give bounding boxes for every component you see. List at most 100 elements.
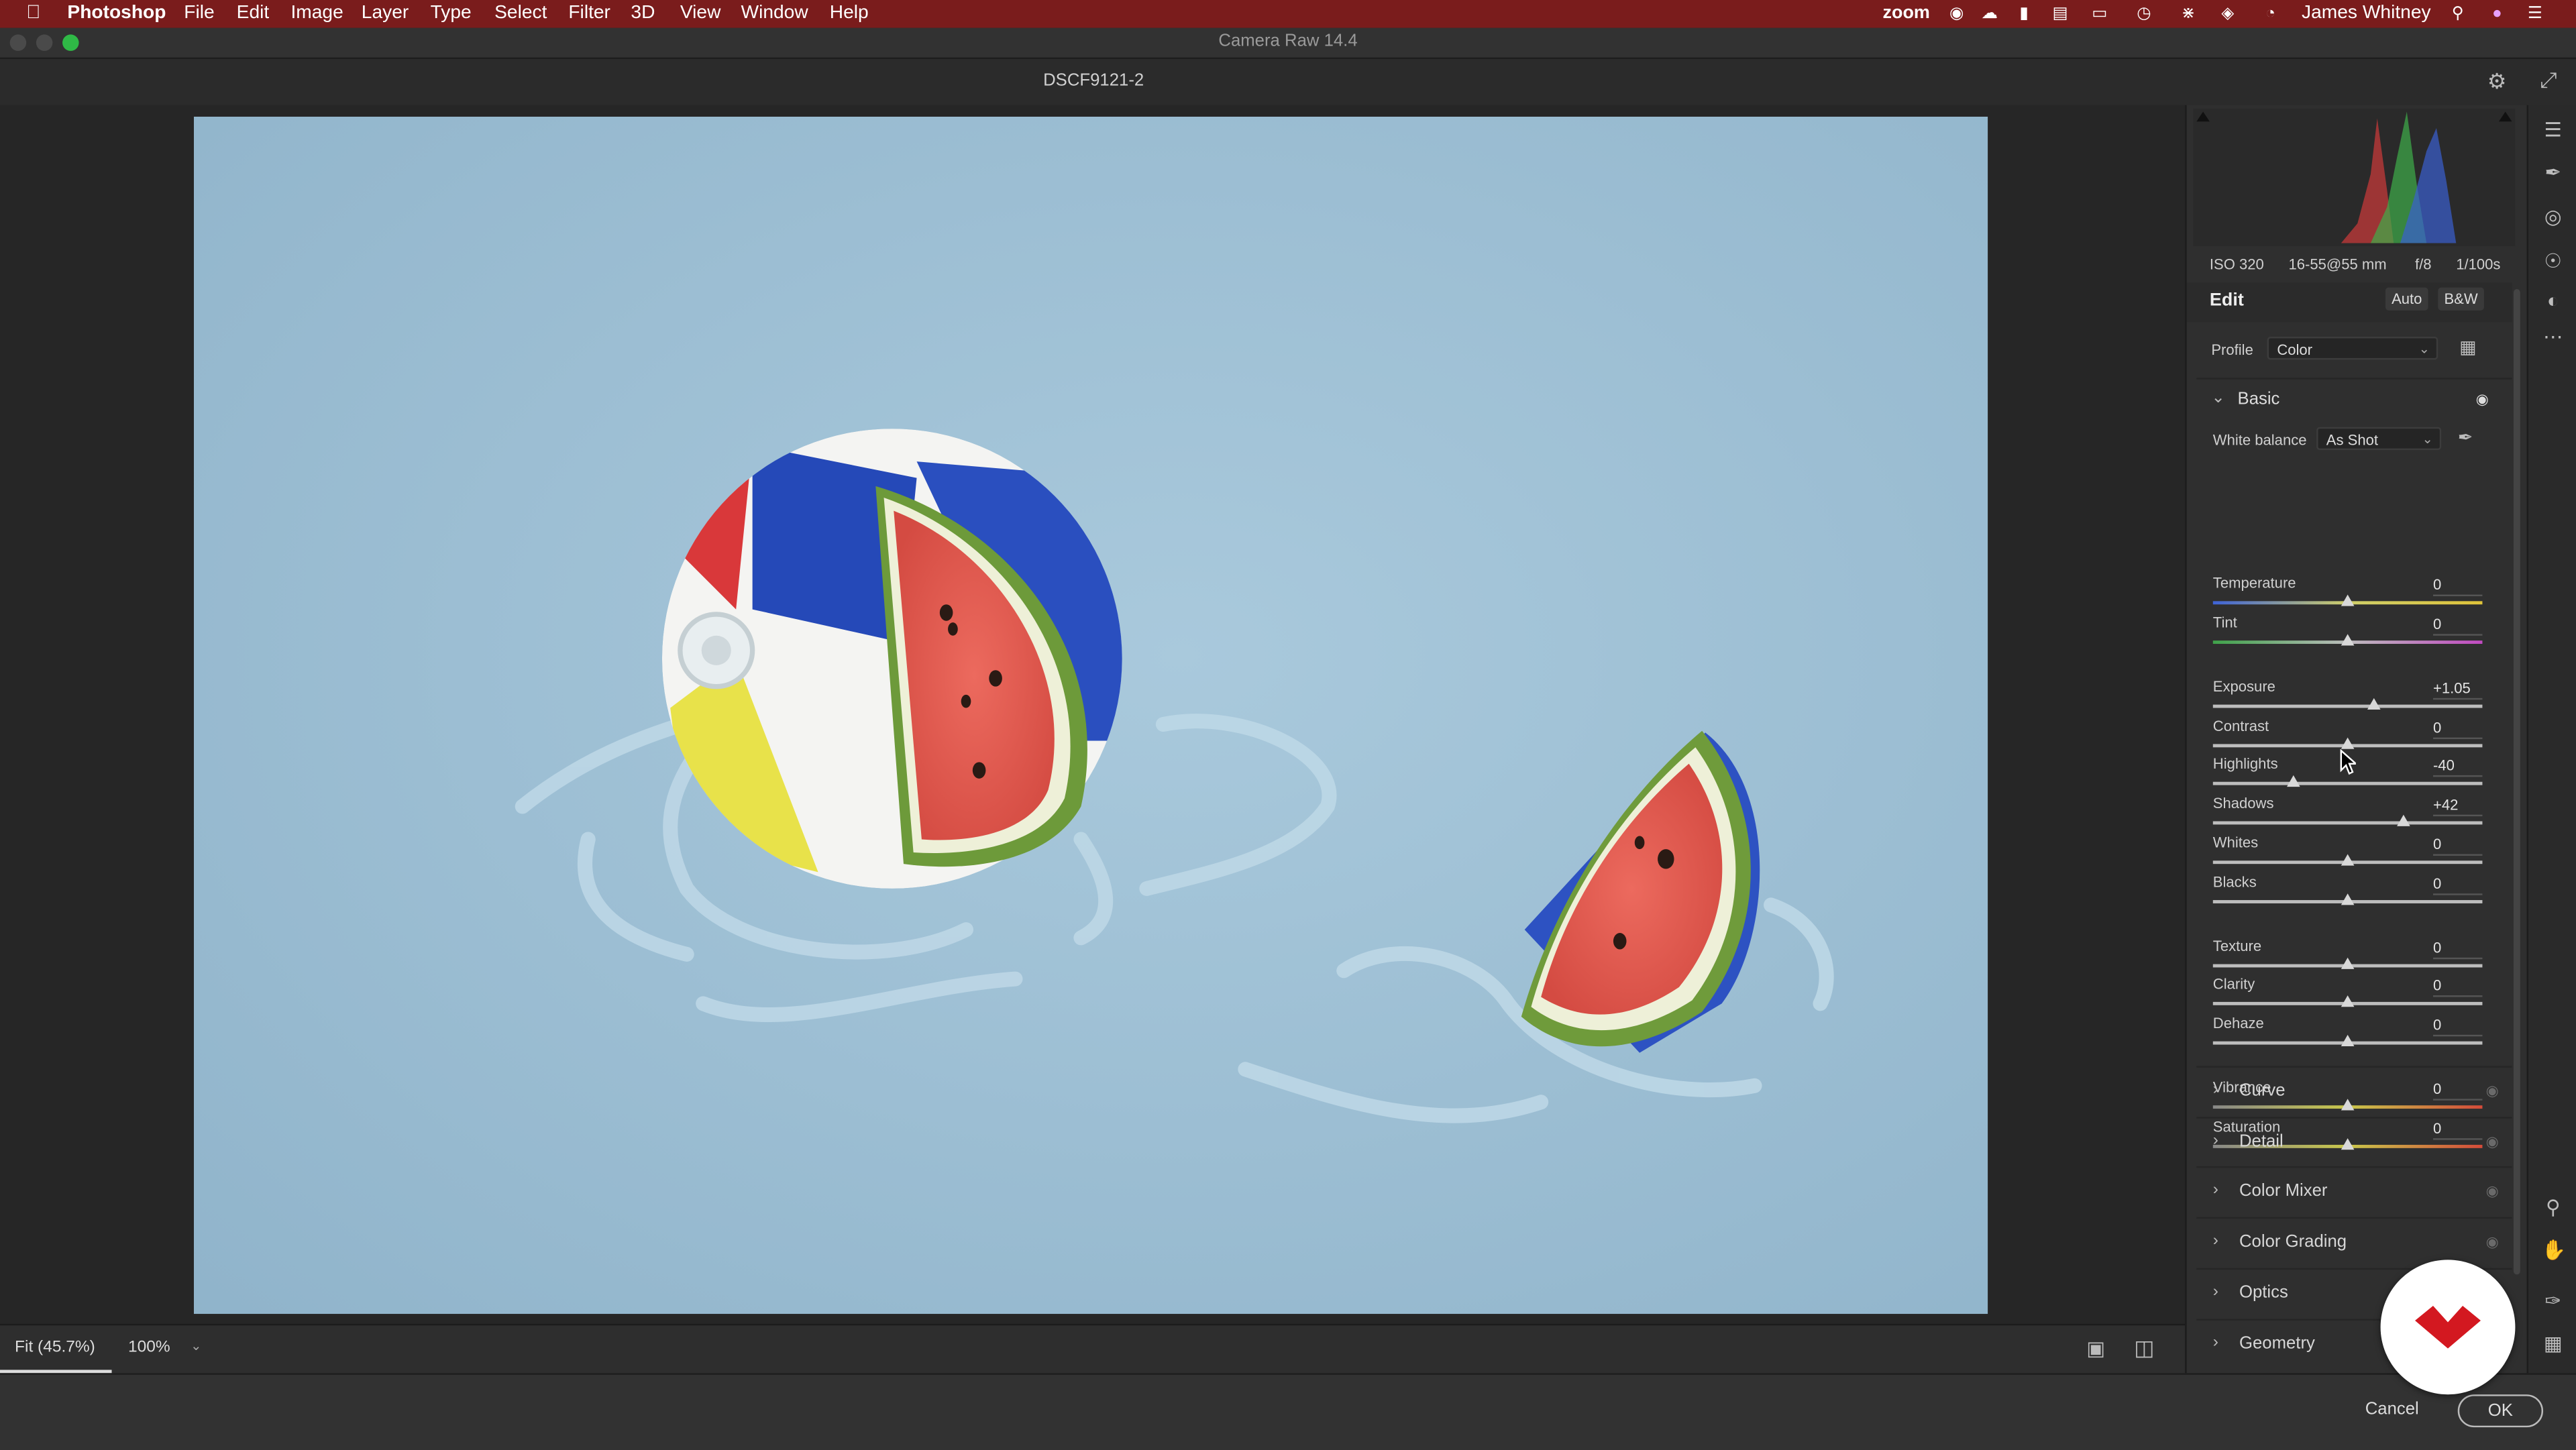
section-visibility-eye-icon[interactable]: ◉	[2486, 1133, 2499, 1151]
white-balance-eyedropper-icon[interactable]: ✒	[2458, 427, 2473, 448]
panel-section-curve[interactable]: › Curve ◉	[2196, 1066, 2512, 1117]
slider-label: Exposure	[2212, 678, 2275, 695]
canvas-bottom-bar: Fit (45.7%) 100% ⌄ ▣ ◫	[0, 1323, 2186, 1375]
slider-thumb[interactable]	[2341, 1034, 2355, 1047]
logo-mark-icon	[2415, 1305, 2481, 1349]
section-title: Optics	[2239, 1282, 2288, 1302]
edit-sliders-icon[interactable]: ☰	[2542, 118, 2565, 141]
zoom-status-label[interactable]: zoom	[1883, 1, 1930, 26]
slider-value-input[interactable]: 0	[2432, 720, 2483, 740]
masking-icon[interactable]: ◎	[2542, 205, 2565, 228]
apple-icon[interactable]: 	[26, 1, 40, 26]
menu-view[interactable]: View	[680, 1, 721, 26]
section-visibility-eye-icon[interactable]: ◉	[2486, 1233, 2499, 1251]
slider-value-input[interactable]: 0	[2432, 940, 2483, 960]
slider-value-input[interactable]: 0	[2432, 1017, 2483, 1037]
menu-help[interactable]: Help	[830, 1, 869, 26]
single-view-icon[interactable]: ▣	[2086, 1337, 2105, 1359]
section-title: Geometry	[2239, 1333, 2315, 1353]
channel-logo-badge	[2380, 1260, 2516, 1395]
auto-button[interactable]: Auto	[2385, 287, 2428, 311]
slider-thumb[interactable]	[2341, 634, 2355, 646]
color-sampler-icon[interactable]: ✑	[2542, 1289, 2565, 1312]
menu-select[interactable]: Select	[494, 1, 547, 26]
grid-overlay-icon[interactable]: ▦	[2542, 1332, 2565, 1355]
section-visibility-eye-icon[interactable]: ◉	[2486, 1082, 2499, 1101]
slider-value-input[interactable]: 0	[2432, 977, 2483, 997]
menu-type[interactable]: Type	[431, 1, 472, 26]
red-eye-icon[interactable]: ☉	[2542, 249, 2565, 272]
basic-section-title[interactable]: Basic	[2238, 389, 2280, 408]
slider-thumb[interactable]	[2341, 893, 2355, 905]
basic-visibility-eye-icon[interactable]: ◉	[2476, 391, 2489, 409]
window-title-bar: Camera Raw 14.4	[0, 27, 2576, 60]
hand-tool-icon[interactable]: ✋	[2542, 1239, 2567, 1262]
menu-image[interactable]: Image	[290, 1, 343, 26]
presets-icon[interactable]: ◐	[2542, 289, 2565, 312]
bw-button[interactable]: B&W	[2438, 287, 2484, 311]
menu-window[interactable]: Window	[741, 1, 808, 26]
slider-thumb[interactable]	[2341, 854, 2355, 866]
menu-edit[interactable]: Edit	[237, 1, 270, 26]
slider-thumb[interactable]	[2341, 737, 2355, 749]
slider-value-input[interactable]: 0	[2432, 836, 2483, 856]
profile-dropdown[interactable]: Color ⌄	[2267, 337, 2438, 360]
time-machine-icon[interactable]: ◷	[2134, 3, 2153, 23]
menu-file[interactable]: File	[184, 1, 214, 26]
battery-icon[interactable]: ▮	[2014, 3, 2033, 23]
control-center-icon[interactable]: ◔	[2261, 3, 2280, 23]
slider-track[interactable]	[2212, 821, 2483, 825]
white-balance-dropdown[interactable]: As Shot ⌄	[2316, 427, 2442, 451]
settings-gear-icon[interactable]: ⚙	[2487, 69, 2507, 95]
wifi-icon[interactable]: ◈	[2218, 3, 2237, 23]
slider-thumb[interactable]	[2341, 957, 2355, 969]
siri-icon[interactable]: ●	[2487, 3, 2507, 23]
creative-cloud-icon[interactable]: ◉	[1947, 3, 1966, 23]
zoom-percent-button[interactable]: 100%	[128, 1339, 170, 1357]
cloud-sync-icon[interactable]: ☁	[1980, 3, 1999, 23]
slider-value-input[interactable]: 0	[2432, 616, 2483, 636]
panel-section-detail[interactable]: › Detail ◉	[2196, 1116, 2512, 1168]
cancel-button[interactable]: Cancel	[2353, 1394, 2432, 1424]
user-name[interactable]: James Whitney	[2302, 1, 2431, 26]
profile-browser-grid-icon[interactable]: ▦	[2459, 337, 2476, 357]
menu-3d[interactable]: 3D	[631, 1, 655, 26]
slider-label: Temperature	[2212, 575, 2296, 592]
tool-strip: ☰ ✒ ◎ ☉ ◐ ⋯ ⚲ ✋ ✑ ▦	[2526, 105, 2576, 1374]
healing-brush-icon[interactable]: ✒	[2542, 161, 2565, 184]
panel-section-color-mixer[interactable]: › Color Mixer ◉	[2196, 1166, 2512, 1218]
ok-button[interactable]: OK	[2457, 1394, 2544, 1428]
zoom-tool-icon[interactable]: ⚲	[2542, 1196, 2565, 1219]
slider-track[interactable]	[2212, 704, 2483, 708]
menu-filter[interactable]: Filter	[568, 1, 610, 26]
zoom-dropdown-chevron-icon[interactable]: ⌄	[191, 1339, 201, 1353]
slider-track[interactable]	[2212, 781, 2483, 785]
spotlight-search-icon[interactable]: ⚲	[2448, 3, 2467, 23]
slider-thumb[interactable]	[2287, 775, 2301, 787]
slider-thumb[interactable]	[2341, 594, 2355, 606]
slider-value-input[interactable]: 0	[2432, 577, 2483, 596]
fit-zoom-button[interactable]: Fit (45.7%)	[15, 1339, 95, 1357]
slider-thumb[interactable]	[2341, 995, 2355, 1007]
menu-app-name[interactable]: Photoshop	[67, 1, 166, 26]
bluetooth-icon[interactable]: ⋇	[2178, 3, 2198, 23]
preview-image[interactable]	[193, 116, 1988, 1315]
screen-mirror-icon[interactable]: ▭	[2090, 3, 2109, 23]
slider-value-input[interactable]: +42	[2432, 797, 2483, 817]
section-visibility-eye-icon[interactable]: ◉	[2486, 1183, 2499, 1201]
slider-value-input[interactable]: +1.05	[2432, 680, 2483, 700]
more-options-icon[interactable]: ⋯	[2542, 325, 2565, 348]
basic-collapse-chevron-icon[interactable]: ⌄	[2211, 389, 2225, 407]
menu-layer[interactable]: Layer	[362, 1, 409, 26]
fullscreen-icon[interactable]: ⤢	[2540, 67, 2557, 93]
display-icon[interactable]: ▤	[2050, 3, 2070, 23]
panel-scrollbar[interactable]	[2513, 289, 2520, 1275]
slider-thumb[interactable]	[2398, 814, 2411, 826]
slider-value-input[interactable]: 0	[2432, 875, 2483, 895]
before-after-icon[interactable]: ◫	[2134, 1335, 2154, 1361]
chevron-right-icon: ›	[2212, 1282, 2218, 1301]
notification-center-icon[interactable]: ☰	[2525, 3, 2544, 23]
slider-label: Highlights	[2212, 755, 2278, 773]
slider-value-input[interactable]: -40	[2432, 757, 2483, 777]
slider-thumb[interactable]	[2367, 698, 2381, 710]
